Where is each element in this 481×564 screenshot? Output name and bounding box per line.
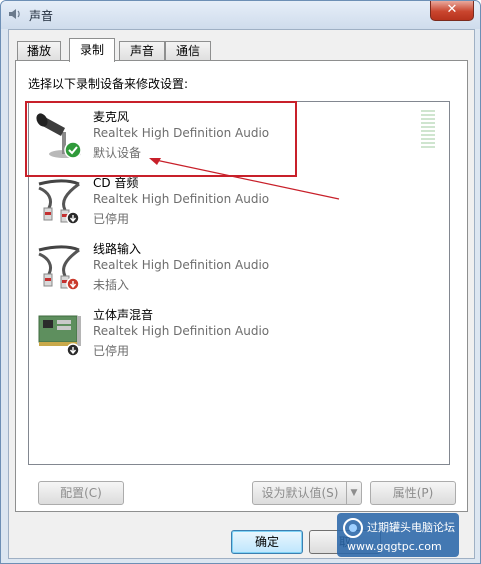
tab-recording[interactable]: 录制: [69, 38, 115, 62]
speaker-icon: [9, 9, 20, 19]
watermark-title: 过期罐头电脑论坛: [367, 521, 455, 534]
device-item-line-in[interactable]: 线路输入 Realtek High Definition Audio 未插入: [29, 234, 449, 298]
close-button[interactable]: ✕: [430, 1, 474, 21]
annotation-arrow: [149, 158, 340, 200]
set-default-button[interactable]: 设为默认值(S): [252, 481, 348, 505]
device-status: 已停用: [93, 212, 130, 226]
device-name: 立体声混音: [93, 308, 154, 322]
input-level-meter: [421, 110, 435, 152]
site-logo-icon: [343, 518, 363, 538]
tab-communications[interactable]: 通信: [165, 41, 211, 61]
device-status: 未插入: [93, 278, 130, 292]
properties-button[interactable]: 属性(P): [370, 481, 456, 505]
tab-sounds[interactable]: 声音: [119, 41, 165, 61]
audio-cable-icon: [38, 245, 80, 291]
ok-button[interactable]: 确定: [231, 530, 303, 554]
configure-button[interactable]: 配置(C): [38, 481, 124, 505]
sound-card-icon: [38, 315, 81, 357]
site-watermark: 过期罐头电脑论坛 www.gqgtpc.com: [337, 513, 459, 557]
device-name: 线路输入: [93, 242, 142, 256]
sound-dialog: 声音 ✕ 播放 录制 声音 通信 选择以下录制设备来修改设置: 麦克风 Real…: [0, 0, 481, 564]
tab-playback[interactable]: 播放: [17, 41, 61, 61]
title-bar[interactable]: 声音 ✕: [1, 1, 480, 29]
window-title: 声音: [29, 9, 54, 23]
device-item-stereo-mix[interactable]: 立体声混音 Realtek High Definition Audio 已停用: [29, 300, 449, 364]
set-default-dropdown-arrow[interactable]: ▼: [346, 481, 362, 505]
device-status: 已停用: [93, 344, 130, 358]
audio-cable-icon: [38, 179, 80, 225]
instruction-text: 选择以下录制设备来修改设置:: [28, 77, 189, 91]
watermark-url: www.gqgtpc.com: [347, 540, 442, 553]
device-driver: Realtek High Definition Audio: [93, 324, 270, 338]
device-driver: Realtek High Definition Audio: [93, 258, 270, 272]
